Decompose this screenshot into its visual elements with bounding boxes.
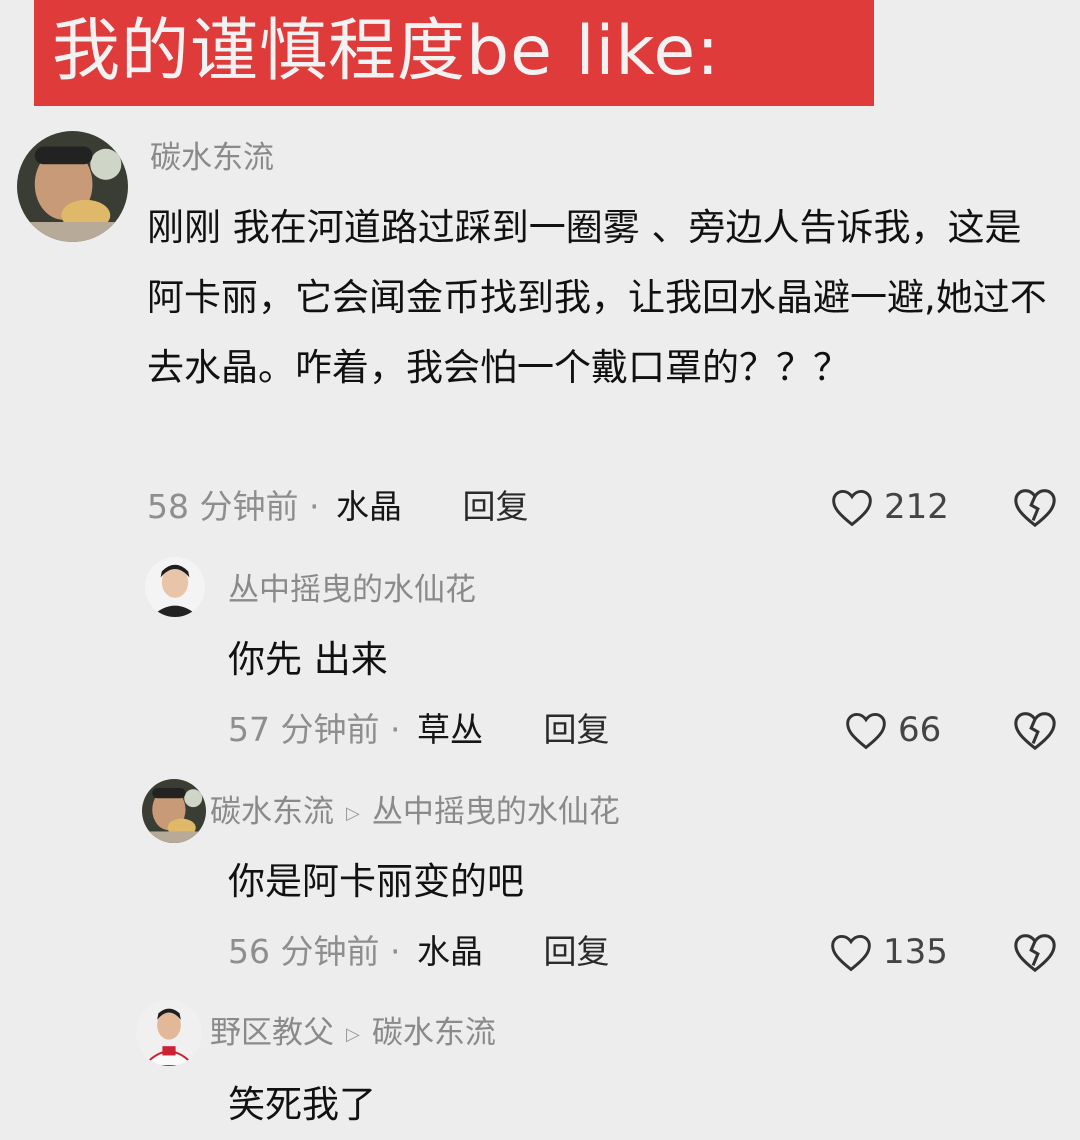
heart-outline-icon xyxy=(846,712,886,750)
heart-outline-icon xyxy=(831,934,871,972)
like-button[interactable]: 135 xyxy=(829,929,948,975)
comment-text: 刚刚 我在河道路过踩到一圈雾 、旁边人告诉我，这是阿卡丽，它会闻金币找到我，让我… xyxy=(147,206,1047,389)
reply-text: 你先 出来 xyxy=(228,638,388,681)
reply-meta: 57 分钟前 · 草丛 回复 xyxy=(228,707,609,753)
avatar[interactable] xyxy=(142,779,206,843)
reply-time: 56 分钟前 · xyxy=(228,932,401,971)
reply-button[interactable]: 回复 xyxy=(543,932,609,971)
broken-heart-icon xyxy=(1014,489,1056,528)
avatar[interactable] xyxy=(136,1000,202,1066)
reply-button[interactable]: 回复 xyxy=(543,710,609,749)
dislike-button[interactable] xyxy=(1012,485,1058,529)
dislike-button[interactable] xyxy=(1012,930,1058,974)
reply-to-user[interactable]: 碳水东流 xyxy=(372,1015,496,1051)
like-button[interactable]: 66 xyxy=(844,707,941,753)
like-button[interactable]: 212 xyxy=(830,484,949,530)
reply-meta: 56 分钟前 · 水晶 回复 xyxy=(228,929,609,975)
triangle-right-icon: ▷ xyxy=(346,803,360,824)
like-count: 135 xyxy=(883,932,948,972)
reply-time: 57 分钟前 · xyxy=(228,710,401,749)
comment-time: 58 分钟前 · xyxy=(147,487,320,526)
reply-button[interactable]: 回复 xyxy=(462,487,528,526)
title-banner: 我的谨慎程度be like: xyxy=(34,0,874,106)
reply-text: 你是阿卡丽变的吧 xyxy=(228,860,524,903)
like-count: 66 xyxy=(898,710,942,750)
broken-heart-icon xyxy=(1014,712,1056,751)
reply-author[interactable]: 野区教父 xyxy=(210,1015,334,1051)
reply-location: 草丛 xyxy=(416,710,483,749)
reply-username: 野区教父 ▷ 碳水东流 xyxy=(210,1013,496,1055)
like-count: 212 xyxy=(884,487,949,527)
comment-meta: 58 分钟前 · 水晶 回复 xyxy=(147,484,528,530)
comment-username[interactable]: 碳水东流 xyxy=(150,138,274,178)
comment-location: 水晶 xyxy=(335,487,402,526)
reply-username: 碳水东流 ▷ 丛中摇曳的水仙花 xyxy=(210,792,620,834)
broken-heart-icon xyxy=(1014,934,1056,973)
reply-to-user[interactable]: 丛中摇曳的水仙花 xyxy=(372,794,620,830)
triangle-right-icon: ▷ xyxy=(346,1024,360,1045)
reply-location: 水晶 xyxy=(416,932,483,971)
banner-title: 我的谨慎程度be like: xyxy=(52,12,721,91)
avatar[interactable] xyxy=(17,131,128,242)
avatar[interactable] xyxy=(145,557,205,617)
reply-author[interactable]: 碳水东流 xyxy=(210,794,334,830)
reply-username[interactable]: 丛中摇曳的水仙花 xyxy=(228,570,476,610)
heart-outline-icon xyxy=(832,489,872,527)
dislike-button[interactable] xyxy=(1012,708,1058,752)
reply-text: 笑死我了 xyxy=(228,1083,376,1126)
